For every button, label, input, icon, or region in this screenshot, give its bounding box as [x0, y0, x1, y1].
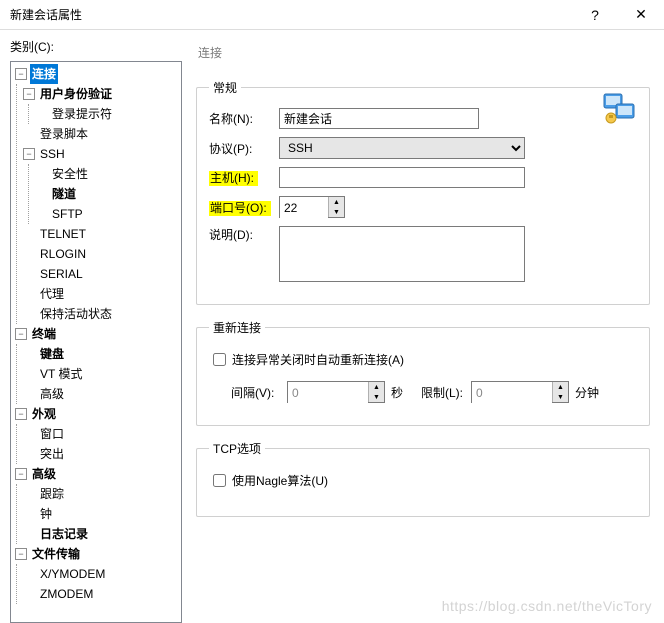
- limit-label: 限制(L):: [421, 384, 471, 401]
- tree-logging[interactable]: 日志记录: [38, 524, 90, 544]
- tree-highlight[interactable]: 突出: [38, 444, 66, 464]
- collapse-icon[interactable]: −: [15, 548, 27, 560]
- tree-window[interactable]: 窗口: [38, 424, 66, 444]
- spin-down-icon[interactable]: ▼: [553, 392, 568, 402]
- port-input[interactable]: [280, 197, 328, 218]
- reconnect-group: 重新连接 连接异常关闭时自动重新连接(A) 间隔(V): ▲▼ 秒 限制(L):…: [196, 319, 650, 426]
- tree-vtmode[interactable]: VT 模式: [38, 364, 84, 384]
- tree-trace[interactable]: 跟踪: [38, 484, 66, 504]
- protocol-label: 协议(P):: [209, 140, 279, 157]
- tree-bell[interactable]: 钟: [38, 504, 54, 524]
- tcp-legend: TCP选项: [209, 440, 265, 457]
- interval-input[interactable]: [288, 382, 368, 403]
- tree-telnet[interactable]: TELNET: [38, 224, 88, 244]
- interval-spinner[interactable]: ▲▼: [287, 381, 385, 403]
- panel-heading: 连接: [198, 44, 650, 61]
- nagle-label: 使用Nagle算法(U): [232, 472, 328, 489]
- tree-sftp[interactable]: SFTP: [50, 204, 85, 224]
- help-button[interactable]: ?: [572, 0, 618, 30]
- tree-filetransfer[interactable]: 文件传输: [30, 544, 82, 564]
- host-label: 主机(H):: [209, 171, 258, 186]
- tree-terminal[interactable]: 终端: [30, 324, 58, 344]
- tree-tunnel[interactable]: 隧道: [50, 184, 78, 204]
- tree-ssh[interactable]: SSH: [38, 144, 67, 164]
- tree-keepalive[interactable]: 保持活动状态: [38, 304, 114, 324]
- spin-down-icon[interactable]: ▼: [369, 392, 384, 402]
- title-bar: 新建会话属性 ? ✕: [0, 0, 664, 30]
- collapse-icon[interactable]: −: [15, 328, 27, 340]
- desc-textarea[interactable]: [279, 226, 525, 282]
- collapse-icon[interactable]: −: [23, 88, 35, 100]
- tree-connection[interactable]: 连接: [30, 64, 58, 84]
- tree-user-auth[interactable]: 用户身份验证: [38, 84, 114, 104]
- port-spinner[interactable]: ▲▼: [279, 196, 345, 218]
- interval-label: 间隔(V):: [231, 384, 287, 401]
- tree-xymodem[interactable]: X/YMODEM: [38, 564, 107, 584]
- close-button[interactable]: ✕: [618, 0, 664, 30]
- desc-label: 说明(D):: [209, 226, 279, 243]
- collapse-icon[interactable]: −: [15, 68, 27, 80]
- category-tree[interactable]: −连接 −用户身份验证 登录提示符 登录脚本 −SSH 安全性 隧道 SFTP …: [10, 61, 182, 623]
- spin-up-icon[interactable]: ▲: [369, 382, 384, 392]
- tree-login-prompt[interactable]: 登录提示符: [50, 104, 114, 124]
- spin-down-icon[interactable]: ▼: [329, 207, 344, 217]
- window-title: 新建会话属性: [10, 6, 572, 23]
- reconnect-legend: 重新连接: [209, 319, 265, 336]
- general-group: 常规 名称(N): 协议(P): SSH 主机(H): 端口号(O): ▲▼: [196, 79, 650, 305]
- category-label: 类别(C):: [10, 38, 182, 55]
- tree-serial[interactable]: SERIAL: [38, 264, 85, 284]
- collapse-icon[interactable]: −: [15, 408, 27, 420]
- tree-keyboard[interactable]: 键盘: [38, 344, 66, 364]
- limit-spinner[interactable]: ▲▼: [471, 381, 569, 403]
- name-input[interactable]: [279, 108, 479, 129]
- tree-rlogin[interactable]: RLOGIN: [38, 244, 88, 264]
- limit-input[interactable]: [472, 382, 552, 403]
- collapse-icon[interactable]: −: [15, 468, 27, 480]
- tree-login-script[interactable]: 登录脚本: [38, 124, 90, 144]
- collapse-icon[interactable]: −: [23, 148, 35, 160]
- tree-appearance[interactable]: 外观: [30, 404, 58, 424]
- watermark: https://blog.csdn.net/theVicTory: [442, 598, 652, 614]
- port-label: 端口号(O):: [209, 201, 271, 216]
- spin-up-icon[interactable]: ▲: [329, 197, 344, 207]
- tree-advanced-terminal[interactable]: 高级: [38, 384, 66, 404]
- protocol-select[interactable]: SSH: [279, 137, 525, 159]
- auto-reconnect-label: 连接异常关闭时自动重新连接(A): [232, 351, 404, 368]
- host-input[interactable]: [279, 167, 525, 188]
- tcp-group: TCP选项 使用Nagle算法(U): [196, 440, 650, 517]
- tree-zmodem[interactable]: ZMODEM: [38, 584, 95, 604]
- seconds-label: 秒: [391, 384, 403, 401]
- nagle-checkbox[interactable]: [213, 474, 226, 487]
- general-legend: 常规: [209, 79, 241, 96]
- tree-advanced[interactable]: 高级: [30, 464, 58, 484]
- minutes-label: 分钟: [575, 384, 599, 401]
- spin-up-icon[interactable]: ▲: [553, 382, 568, 392]
- tree-security[interactable]: 安全性: [50, 164, 90, 184]
- tree-proxy[interactable]: 代理: [38, 284, 66, 304]
- auto-reconnect-checkbox[interactable]: [213, 353, 226, 366]
- name-label: 名称(N):: [209, 110, 279, 127]
